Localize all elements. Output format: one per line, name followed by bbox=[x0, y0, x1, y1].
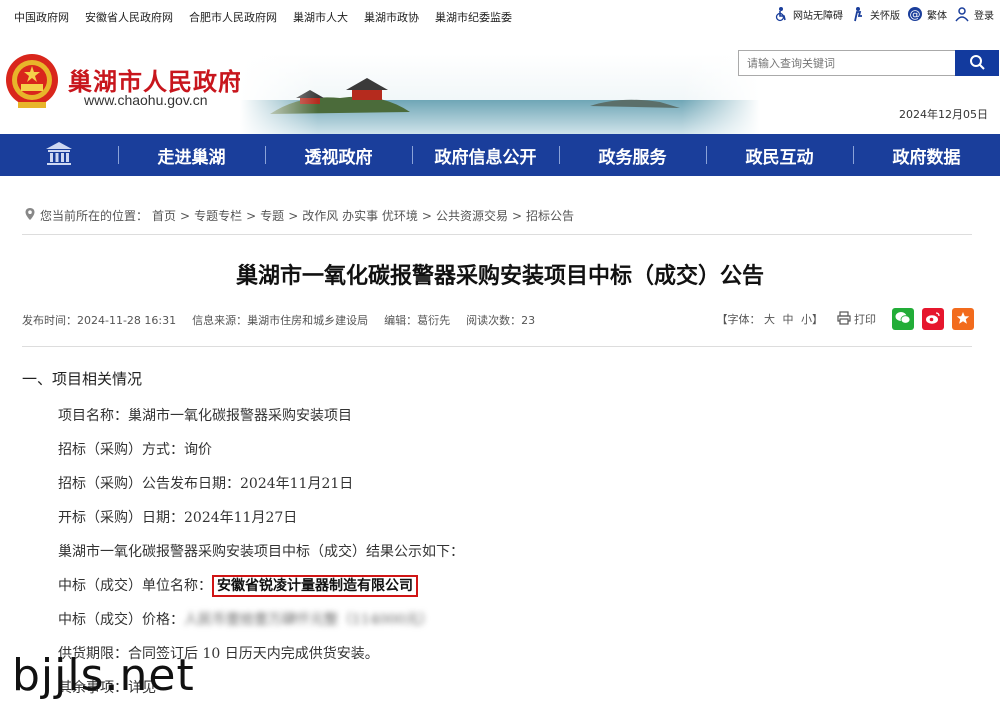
article-title: 巢湖市一氧化碳报警器采购安装项目中标（成交）公告 bbox=[235, 264, 764, 289]
watermark: bjjls.net bbox=[12, 650, 195, 701]
top-link-cppcc[interactable]: 巢湖市政协 bbox=[364, 9, 419, 25]
wechat-icon bbox=[895, 311, 911, 328]
font-size-label: 【字体： bbox=[716, 313, 761, 326]
breadcrumb-topic[interactable]: 专题 bbox=[260, 207, 284, 224]
current-date: 2024年12月05日 bbox=[899, 108, 988, 121]
share-weibo-button[interactable] bbox=[922, 308, 944, 330]
top-link-hefei[interactable]: 合肥市人民政府网 bbox=[189, 9, 277, 25]
price-label: 中标（成交）价格： bbox=[58, 612, 184, 628]
national-emblem-logo bbox=[4, 52, 60, 112]
site-header: 巢湖市人民政府 www.chaohu.gov.cn 请输入查询关键词 2024年… bbox=[0, 34, 1000, 134]
breadcrumb-separator: > bbox=[180, 208, 191, 223]
main-nav: 走进巢湖 透视政府 政府信息公开 政务服务 政民互动 政府数据 bbox=[0, 134, 1000, 176]
article-meta: 发布时间：2024-11-28 16:31 信息来源：巢湖市住房和城乡建设局 编… bbox=[22, 312, 535, 328]
at-sign-icon: @ bbox=[906, 5, 924, 23]
nav-item-government[interactable]: 透视政府 bbox=[265, 134, 412, 176]
top-links: 中国政府网 安徽省人民政府网 合肥市人民政府网 巢湖市人大 巢湖市政协 巢湖市纪… bbox=[14, 9, 512, 25]
breadcrumb-separator: > bbox=[246, 208, 257, 223]
search-button[interactable] bbox=[955, 50, 999, 76]
top-bar: 中国政府网 安徽省人民政府网 合肥市人民政府网 巢湖市人大 巢湖市政协 巢湖市纪… bbox=[0, 0, 1000, 34]
publish-time: 发布时间：2024-11-28 16:31 bbox=[22, 314, 177, 327]
svg-text:@: @ bbox=[910, 8, 921, 21]
care-icon bbox=[849, 5, 867, 23]
top-link-npc[interactable]: 巢湖市人大 bbox=[293, 9, 348, 25]
star-icon bbox=[956, 311, 970, 328]
open-date-line: 开标（采购）日期：2024年11月27日 bbox=[58, 510, 298, 526]
breadcrumb-tender-notice[interactable]: 招标公告 bbox=[526, 207, 574, 224]
breadcrumb-separator: > bbox=[288, 208, 299, 223]
accessible-label: 网站无障碍 bbox=[793, 10, 843, 22]
care-tool[interactable]: 关怀版 bbox=[849, 5, 900, 23]
top-link-gov-cn[interactable]: 中国政府网 bbox=[14, 9, 69, 25]
font-medium-button[interactable]: 中 bbox=[783, 313, 794, 326]
site-url: www.chaohu.gov.cn bbox=[84, 92, 208, 108]
accessible-tool[interactable]: 网站无障碍 bbox=[772, 5, 843, 23]
breadcrumb-topics[interactable]: 专题专栏 bbox=[194, 207, 242, 224]
editor: 编辑：葛衍先 bbox=[384, 314, 451, 327]
care-label: 关怀版 bbox=[870, 10, 900, 22]
search-input[interactable] bbox=[738, 50, 955, 76]
location-pin-icon bbox=[24, 207, 36, 224]
font-size-controls: 【字体： 大 中 小】 bbox=[717, 311, 824, 327]
nav-item-about[interactable]: 走进巢湖 bbox=[118, 134, 265, 176]
user-icon bbox=[953, 5, 971, 23]
search-icon bbox=[969, 54, 985, 73]
divider bbox=[22, 234, 972, 235]
breadcrumb-public-resources[interactable]: 公共资源交易 bbox=[436, 207, 508, 224]
top-tools: 网站无障碍 关怀版 @ 繁体 登录 bbox=[772, 5, 994, 23]
lake-banner-image bbox=[240, 54, 760, 134]
announce-date-line: 招标（采购）公告发布日期：2024年11月21日 bbox=[58, 476, 354, 492]
breadcrumb-prefix: 您当前所在的位置： bbox=[40, 209, 149, 223]
font-small-button[interactable]: 小】 bbox=[801, 313, 823, 326]
top-link-discipline[interactable]: 巢湖市纪委监委 bbox=[435, 9, 512, 25]
view-count: 阅读次数：23 bbox=[466, 314, 536, 327]
weibo-icon bbox=[925, 311, 941, 328]
printer-icon bbox=[837, 310, 851, 328]
nav-item-services[interactable]: 政务服务 bbox=[559, 134, 706, 176]
print-label: 打印 bbox=[854, 313, 876, 326]
wheelchair-icon bbox=[772, 5, 790, 23]
login-tool[interactable]: 登录 bbox=[953, 5, 994, 23]
winner-label: 中标（成交）单位名称： bbox=[58, 578, 212, 594]
article-tools: 【字体： 大 中 小】 打印 bbox=[717, 308, 974, 330]
login-label: 登录 bbox=[974, 10, 994, 22]
breadcrumb-home[interactable]: 首页 bbox=[152, 207, 176, 224]
traditional-label: 繁体 bbox=[927, 10, 947, 22]
price-line: 中标（成交）价格：人民币壹拾壹万肆仟元整（114000元） bbox=[22, 603, 962, 637]
info-source: 信息来源：巢湖市住房和城乡建设局 bbox=[192, 314, 369, 327]
top-link-anhui[interactable]: 安徽省人民政府网 bbox=[85, 9, 173, 25]
search-bar bbox=[738, 50, 999, 76]
price-value: 人民币壹拾壹万肆仟元整（114000元） bbox=[184, 612, 434, 628]
breadcrumb-separator: > bbox=[421, 208, 432, 223]
breadcrumb-work-style[interactable]: 改作风 办实事 优环境 bbox=[302, 207, 418, 224]
print-button[interactable]: 打印 bbox=[837, 310, 876, 328]
breadcrumb: 您当前所在的位置： 首页 > 专题专栏 > 专题 > 改作风 办实事 优环境 >… bbox=[24, 207, 574, 224]
traditional-tool[interactable]: @ 繁体 bbox=[906, 5, 947, 23]
share-favorite-button[interactable] bbox=[952, 308, 974, 330]
font-large-button[interactable]: 大 bbox=[764, 313, 775, 326]
breadcrumb-separator: > bbox=[511, 208, 523, 223]
section-heading: 一、项目相关情况 bbox=[22, 370, 143, 388]
home-icon bbox=[44, 140, 74, 170]
procurement-method-line: 招标（采购）方式：询价 bbox=[58, 442, 212, 458]
nav-item-interaction[interactable]: 政民互动 bbox=[706, 134, 853, 176]
nav-home[interactable] bbox=[0, 134, 118, 176]
winner-name: 安徽省锐凌计量器制造有限公司 bbox=[212, 575, 418, 597]
divider bbox=[22, 346, 972, 347]
winner-line: 中标（成交）单位名称： 安徽省锐凌计量器制造有限公司 bbox=[22, 569, 962, 603]
nav-item-info-disclosure[interactable]: 政府信息公开 bbox=[412, 134, 559, 176]
nav-item-data[interactable]: 政府数据 bbox=[853, 134, 1000, 176]
result-intro-line: 巢湖市一氧化碳报警器采购安装项目中标（成交）结果公示如下： bbox=[58, 544, 464, 560]
project-name-line: 项目名称：巢湖市一氧化碳报警器采购安装项目 bbox=[58, 408, 352, 424]
share-wechat-button[interactable] bbox=[892, 308, 914, 330]
